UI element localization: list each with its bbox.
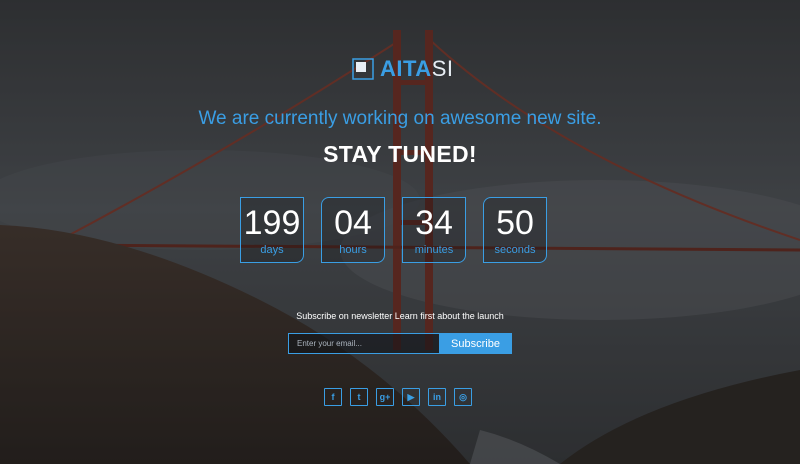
countdown-hours-label: hours <box>339 244 367 256</box>
facebook-icon[interactable]: f <box>324 388 342 406</box>
countdown-seconds-value: 50 <box>496 204 534 242</box>
linkedin-icon[interactable]: in <box>428 388 446 406</box>
tagline: We are currently working on awesome new … <box>198 108 602 129</box>
social-links: f t g+ ▶ in ◎ <box>324 388 472 406</box>
countdown-days-label: days <box>260 244 284 256</box>
brand-name-light: SI <box>431 56 454 81</box>
countdown-hours: 04 hours <box>321 197 385 263</box>
headline: STAY TUNED! <box>323 141 477 167</box>
countdown-days: 199 days <box>240 197 304 263</box>
subscribe-button[interactable]: Subscribe <box>439 333 512 354</box>
brand-name-bold: AITA <box>380 56 432 81</box>
google-plus-icon[interactable]: g+ <box>376 388 394 406</box>
email-input[interactable] <box>288 333 439 354</box>
countdown-minutes: 34 minutes <box>402 197 466 263</box>
countdown-hours-value: 04 <box>334 204 372 242</box>
subscribe-form: Subscribe <box>288 333 512 354</box>
countdown-minutes-label: minutes <box>414 244 454 256</box>
countdown-days-value: 199 <box>243 204 301 242</box>
brand-logo[interactable]: AITASI <box>352 55 454 83</box>
countdown-minutes-value: 34 <box>415 204 453 242</box>
youtube-icon[interactable]: ▶ <box>402 388 420 406</box>
instagram-icon[interactable]: ◎ <box>454 388 472 406</box>
subscribe-description: Subscribe on newsletter Learn first abou… <box>296 311 504 321</box>
countdown-seconds-label: seconds <box>494 244 536 256</box>
countdown-seconds: 50 seconds <box>483 197 547 263</box>
twitter-icon[interactable]: t <box>350 388 368 406</box>
countdown: 199 days 04 hours 34 minutes 50 seconds <box>240 197 547 263</box>
logo-mark-icon <box>352 58 374 80</box>
brand-name: AITASI <box>380 55 454 83</box>
